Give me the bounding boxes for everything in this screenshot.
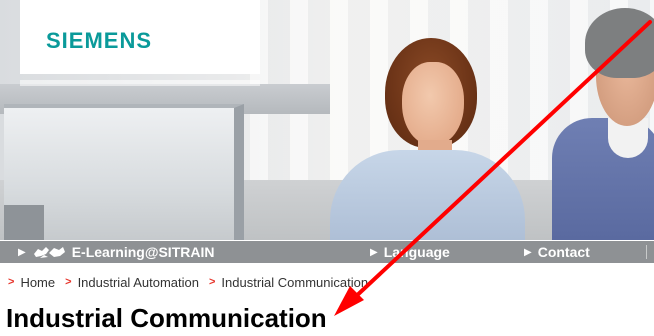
hero-monitor-stand bbox=[4, 205, 44, 240]
breadcrumb-label: Industrial Automation bbox=[77, 274, 199, 290]
breadcrumb-item-industrial-communication[interactable]: > Industrial Communication bbox=[209, 275, 368, 290]
top-nav-bar: ▶ E-Learning@SITRAIN ▶ Language ▶ Contac… bbox=[0, 241, 654, 263]
chevron-right-icon: > bbox=[208, 276, 216, 288]
page-title: Industrial Communication bbox=[6, 303, 327, 333]
breadcrumb-label: Home bbox=[20, 274, 56, 290]
breadcrumb-label: Industrial Communication bbox=[221, 274, 369, 290]
chevron-right-icon: > bbox=[65, 276, 72, 288]
hero-man-hair bbox=[585, 8, 654, 78]
nav-item-contact[interactable]: ▶ Contact bbox=[524, 244, 590, 260]
nav-label-language: Language bbox=[383, 244, 450, 260]
hero-woman-shirt bbox=[330, 150, 525, 240]
chevron-right-icon: > bbox=[8, 276, 15, 288]
nav-arrow-icon: ▶ bbox=[370, 246, 378, 258]
logo-container[interactable]: SIEMENS bbox=[20, 0, 260, 74]
nav-arrow-icon: ▶ bbox=[18, 246, 26, 258]
breadcrumb: > Home > Industrial Automation > Industr… bbox=[8, 273, 378, 291]
breadcrumb-item-home[interactable]: > Home bbox=[8, 275, 55, 290]
nav-label-elearning: E-Learning@SITRAIN bbox=[71, 244, 215, 260]
breadcrumb-item-industrial-automation[interactable]: > Industrial Automation bbox=[65, 275, 199, 290]
siemens-logo[interactable]: SIEMENS bbox=[46, 28, 152, 54]
nav-item-elearning[interactable]: ▶ E-Learning@SITRAIN bbox=[18, 244, 214, 260]
logo-underline bbox=[20, 80, 260, 86]
globe-network-icon bbox=[33, 247, 65, 258]
nav-divider bbox=[646, 245, 647, 259]
nav-arrow-icon: ▶ bbox=[524, 246, 532, 258]
nav-label-contact: Contact bbox=[537, 244, 590, 260]
hero-woman-face bbox=[402, 62, 464, 146]
nav-item-language[interactable]: ▶ Language bbox=[370, 244, 450, 260]
